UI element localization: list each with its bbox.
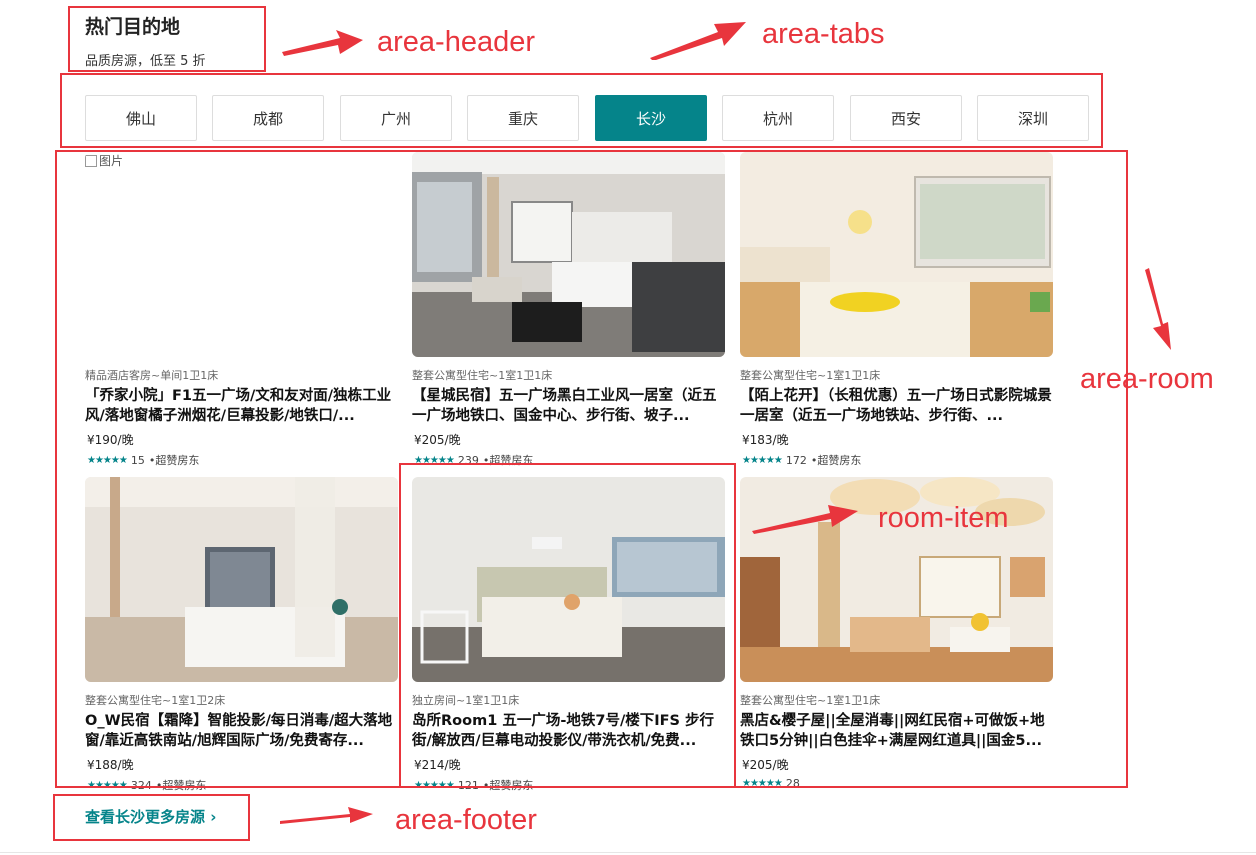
annotation-label-header: area-header [377, 26, 535, 58]
annotation-label-footer: area-footer [395, 804, 537, 836]
host-badge: •超赞房东 [810, 454, 862, 467]
room-photo[interactable] [412, 477, 725, 682]
room-title[interactable]: 「乔家小院」F1五一广场/文和友对面/独栋工业风/落地窗橘子洲烟花/巨幕投影/地… [85, 386, 398, 426]
star-icons: ★★★★★ [742, 454, 783, 466]
room-title[interactable]: O_W民宿【霜降】智能投影/每日消毒/超大落地窗/靠近高铁南站/旭辉国际广场/免… [85, 711, 398, 751]
room-price: ¥214/晚 [414, 758, 461, 772]
review-count: 28 [785, 777, 800, 790]
host-badge: •超赞房东 [482, 779, 534, 792]
review-count: 15 [130, 453, 145, 467]
room-photo[interactable] [412, 152, 725, 357]
room-title[interactable]: 【陌上花开】（长租优惠）五一广场日式影院城景一居室（近五一广场地铁站、步行街、.… [740, 386, 1053, 426]
room-rating: ★★★★★ 172 •超赞房东 [740, 452, 1053, 468]
room-price: ¥183/晚 [742, 433, 789, 447]
broken-image-icon: 图片 [85, 152, 123, 169]
room-rating: ★★★★★ 239 •超赞房东 [412, 452, 725, 468]
room-item[interactable]: 整套公寓型住宅~1室1卫1床 【陌上花开】（长租优惠）五一广场日式影院城景一居室… [740, 152, 1053, 468]
review-count: 239 [457, 453, 479, 467]
star-icons: ★★★★★ [742, 778, 783, 789]
review-count: 324 [130, 778, 152, 792]
star-icons: ★★★★★ [87, 454, 128, 466]
room-type: 精品酒店客房~单间1卫1床 [85, 369, 219, 382]
room-type: 整套公寓型住宅~1室1卫1床 [740, 694, 881, 707]
room-photo[interactable] [740, 152, 1053, 357]
room-rating: ★★★★★ 15 •超赞房东 [85, 452, 398, 468]
tab-chongqing[interactable]: 重庆 [467, 95, 579, 141]
room-price: ¥205/晚 [742, 758, 789, 772]
annotation-label-room-item: room-item [878, 502, 1009, 534]
room-photo[interactable]: 图片 [85, 152, 398, 357]
arrow-icon [280, 807, 373, 824]
annotation-label-tabs: area-tabs [762, 18, 885, 50]
room-rating: ★★★★★ 121 •超赞房东 [412, 777, 725, 793]
arrow-icon [752, 505, 858, 534]
room-price: ¥188/晚 [87, 758, 134, 772]
tab-chengdu[interactable]: 成都 [212, 95, 324, 141]
room-price: ¥190/晚 [87, 433, 134, 447]
review-count: 172 [785, 453, 807, 467]
host-badge: •超赞房东 [148, 454, 200, 467]
room-price: ¥205/晚 [414, 433, 461, 447]
review-count: 121 [457, 778, 479, 792]
tab-changsha[interactable]: 长沙 [595, 95, 707, 141]
room-title[interactable]: 黑店&樱子屋||全屋消毒||网红民宿+可做饭+地铁口5分钟||白色挂伞+满屋网红… [740, 711, 1053, 751]
host-badge: •超赞房东 [155, 779, 207, 792]
star-icons: ★★★★★ [87, 779, 128, 791]
room-photo[interactable] [85, 477, 398, 682]
arrow-icon [1145, 268, 1171, 350]
star-icons: ★★★★★ [414, 454, 455, 466]
room-type: 独立房间~1室1卫1床 [412, 694, 520, 707]
divider [0, 852, 1256, 853]
room-item[interactable]: 整套公寓型住宅~1室1卫2床 O_W民宿【霜降】智能投影/每日消毒/超大落地窗/… [85, 477, 398, 793]
tab-foshan[interactable]: 佛山 [85, 95, 197, 141]
room-title[interactable]: 岛所Room1 五一广场-地铁7号/楼下IFS 步行街/解放西/巨幕电动投影仪/… [412, 711, 725, 751]
section-subtitle: 品质房源，低至 5 折 [85, 54, 206, 69]
room-type: 整套公寓型住宅~1室1卫1床 [412, 369, 553, 382]
room-title[interactable]: 【星城民宿】五一广场黑白工业风一居室（近五一广场地铁口、国金中心、步行街、坡子.… [412, 386, 725, 426]
host-badge: •超赞房东 [482, 454, 534, 467]
room-type: 整套公寓型住宅~1室1卫2床 [85, 694, 226, 707]
room-type: 整套公寓型住宅~1室1卫1床 [740, 369, 881, 382]
star-icons: ★★★★★ [414, 779, 455, 791]
arrow-icon [650, 22, 746, 60]
room-item[interactable]: 整套公寓型住宅~1室1卫1床 【星城民宿】五一广场黑白工业风一居室（近五一广场地… [412, 152, 725, 468]
tab-shenzhen[interactable]: 深圳 [977, 95, 1089, 141]
room-item[interactable]: 独立房间~1室1卫1床 岛所Room1 五一广场-地铁7号/楼下IFS 步行街/… [412, 477, 725, 793]
tab-xian[interactable]: 西安 [850, 95, 962, 141]
room-rating: ★★★★★ 28 [740, 777, 1053, 790]
section-title: 热门目的地 [85, 16, 181, 38]
annotation-label-room: area-room [1080, 363, 1214, 395]
room-rating: ★★★★★ 324 •超赞房东 [85, 777, 398, 793]
more-rooms-link[interactable]: 查看长沙更多房源 › [85, 806, 216, 827]
tab-hangzhou[interactable]: 杭州 [722, 95, 834, 141]
arrow-icon [282, 30, 363, 56]
room-item[interactable]: 图片 精品酒店客房~单间1卫1床 「乔家小院」F1五一广场/文和友对面/独栋工业… [85, 152, 398, 468]
tab-guangzhou[interactable]: 广州 [340, 95, 452, 141]
